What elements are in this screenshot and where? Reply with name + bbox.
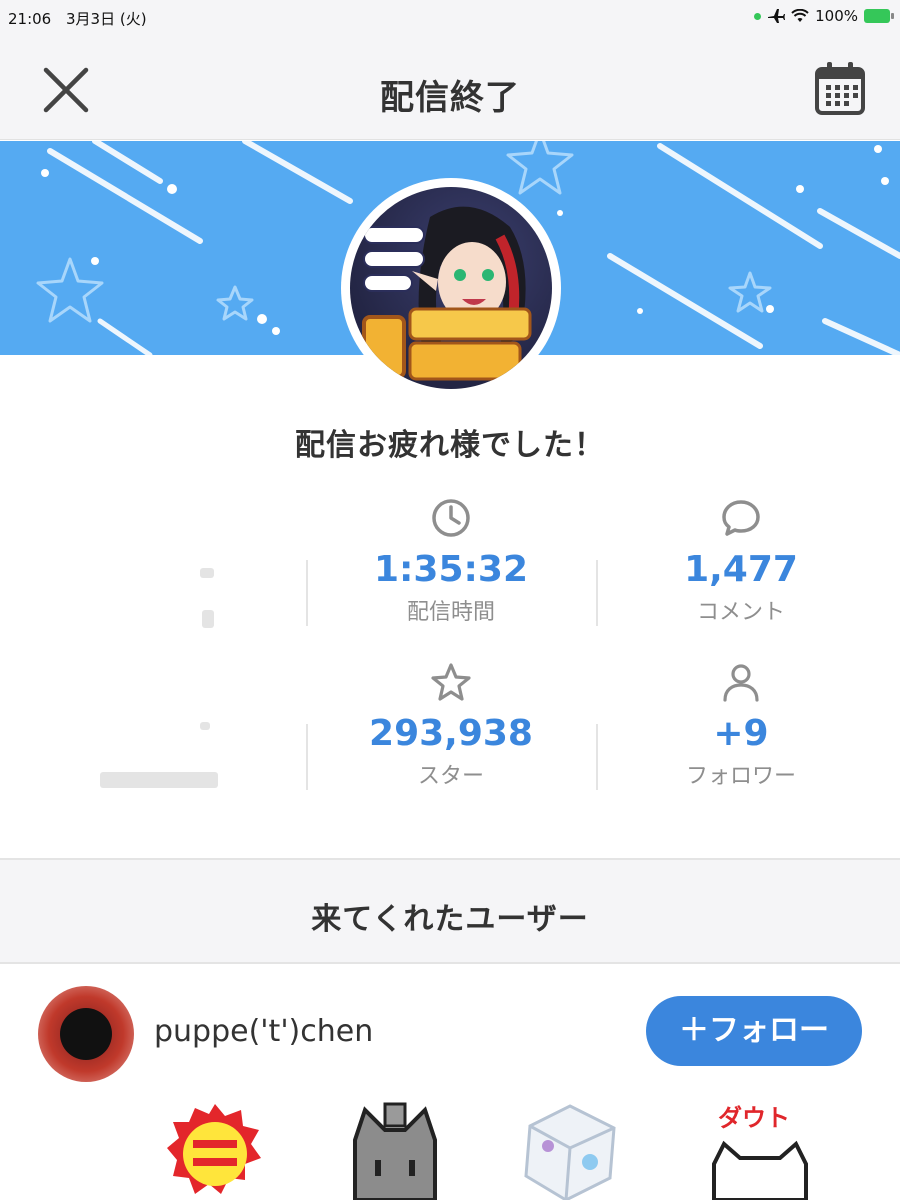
sale-sticker-icon[interactable] xyxy=(165,1100,265,1200)
redacted-mark xyxy=(100,772,218,788)
status-bar: 21:06 3月3日 (火) 100% xyxy=(0,0,900,36)
battery-icon xyxy=(864,9,894,23)
stat-followers: +9 フォロワー xyxy=(596,660,886,790)
visitor-row: puppe('t')chen ＋フォロー xyxy=(0,966,900,1096)
stat-comments-label: コメント xyxy=(696,600,785,625)
wifi-icon xyxy=(791,9,809,22)
status-date: 3月3日 (火) xyxy=(66,10,147,28)
stat-stars-value: 293,938 xyxy=(369,713,533,754)
stat-followers-label: フォロワー xyxy=(685,764,796,789)
comment-icon xyxy=(722,500,760,536)
redacted-mark xyxy=(202,610,214,628)
stat-comments-value: 1,477 xyxy=(684,549,798,590)
avatar-center xyxy=(60,1008,112,1060)
battery-percent: 100% xyxy=(815,7,858,25)
doubt-cat-sticker-icon[interactable]: ダウト xyxy=(710,1100,810,1200)
stat-duration-value: 1:35:32 xyxy=(373,549,529,590)
svg-text:ダウト: ダウト xyxy=(718,1104,790,1132)
redacted-mark xyxy=(200,568,214,578)
visitors-header: 来てくれたユーザー xyxy=(0,860,900,964)
visitor-avatar[interactable] xyxy=(38,986,134,1082)
redacted-mark xyxy=(200,722,210,730)
stat-duration: 1:35:32 配信時間 xyxy=(306,496,596,626)
camera-indicator-icon xyxy=(754,12,762,20)
status-indicators: 100% xyxy=(754,7,894,25)
thanks-message: 配信お疲れ様でした！ xyxy=(295,428,605,463)
stat-stars-label: スター xyxy=(417,764,484,789)
stat-comments: 1,477 コメント xyxy=(596,496,886,626)
cat-sticker-icon[interactable] xyxy=(345,1100,445,1200)
dice-sticker-icon[interactable] xyxy=(520,1100,620,1200)
page-title: 配信終了 xyxy=(380,78,520,118)
stat-duration-label: 配信時間 xyxy=(406,600,495,625)
person-icon xyxy=(723,664,759,702)
stat-followers-value: +9 xyxy=(713,713,769,754)
star-icon xyxy=(431,663,471,701)
visitor-name[interactable]: puppe('t')chen xyxy=(154,1014,373,1049)
follow-button[interactable]: ＋フォロー xyxy=(646,996,862,1066)
avatar-image xyxy=(350,187,552,389)
streamer-avatar xyxy=(341,178,561,398)
stat-stars: 293,938 スター xyxy=(306,660,596,790)
clock-icon xyxy=(432,499,470,537)
visitors-title: 来てくれたユーザー xyxy=(311,902,589,937)
airplane-icon xyxy=(768,9,786,23)
calendar-icon[interactable] xyxy=(814,60,866,116)
nav-bar: 配信終了 xyxy=(0,36,900,140)
status-time: 21:06 xyxy=(8,10,52,28)
status-time-date: 21:06 3月3日 (火) xyxy=(8,8,157,29)
